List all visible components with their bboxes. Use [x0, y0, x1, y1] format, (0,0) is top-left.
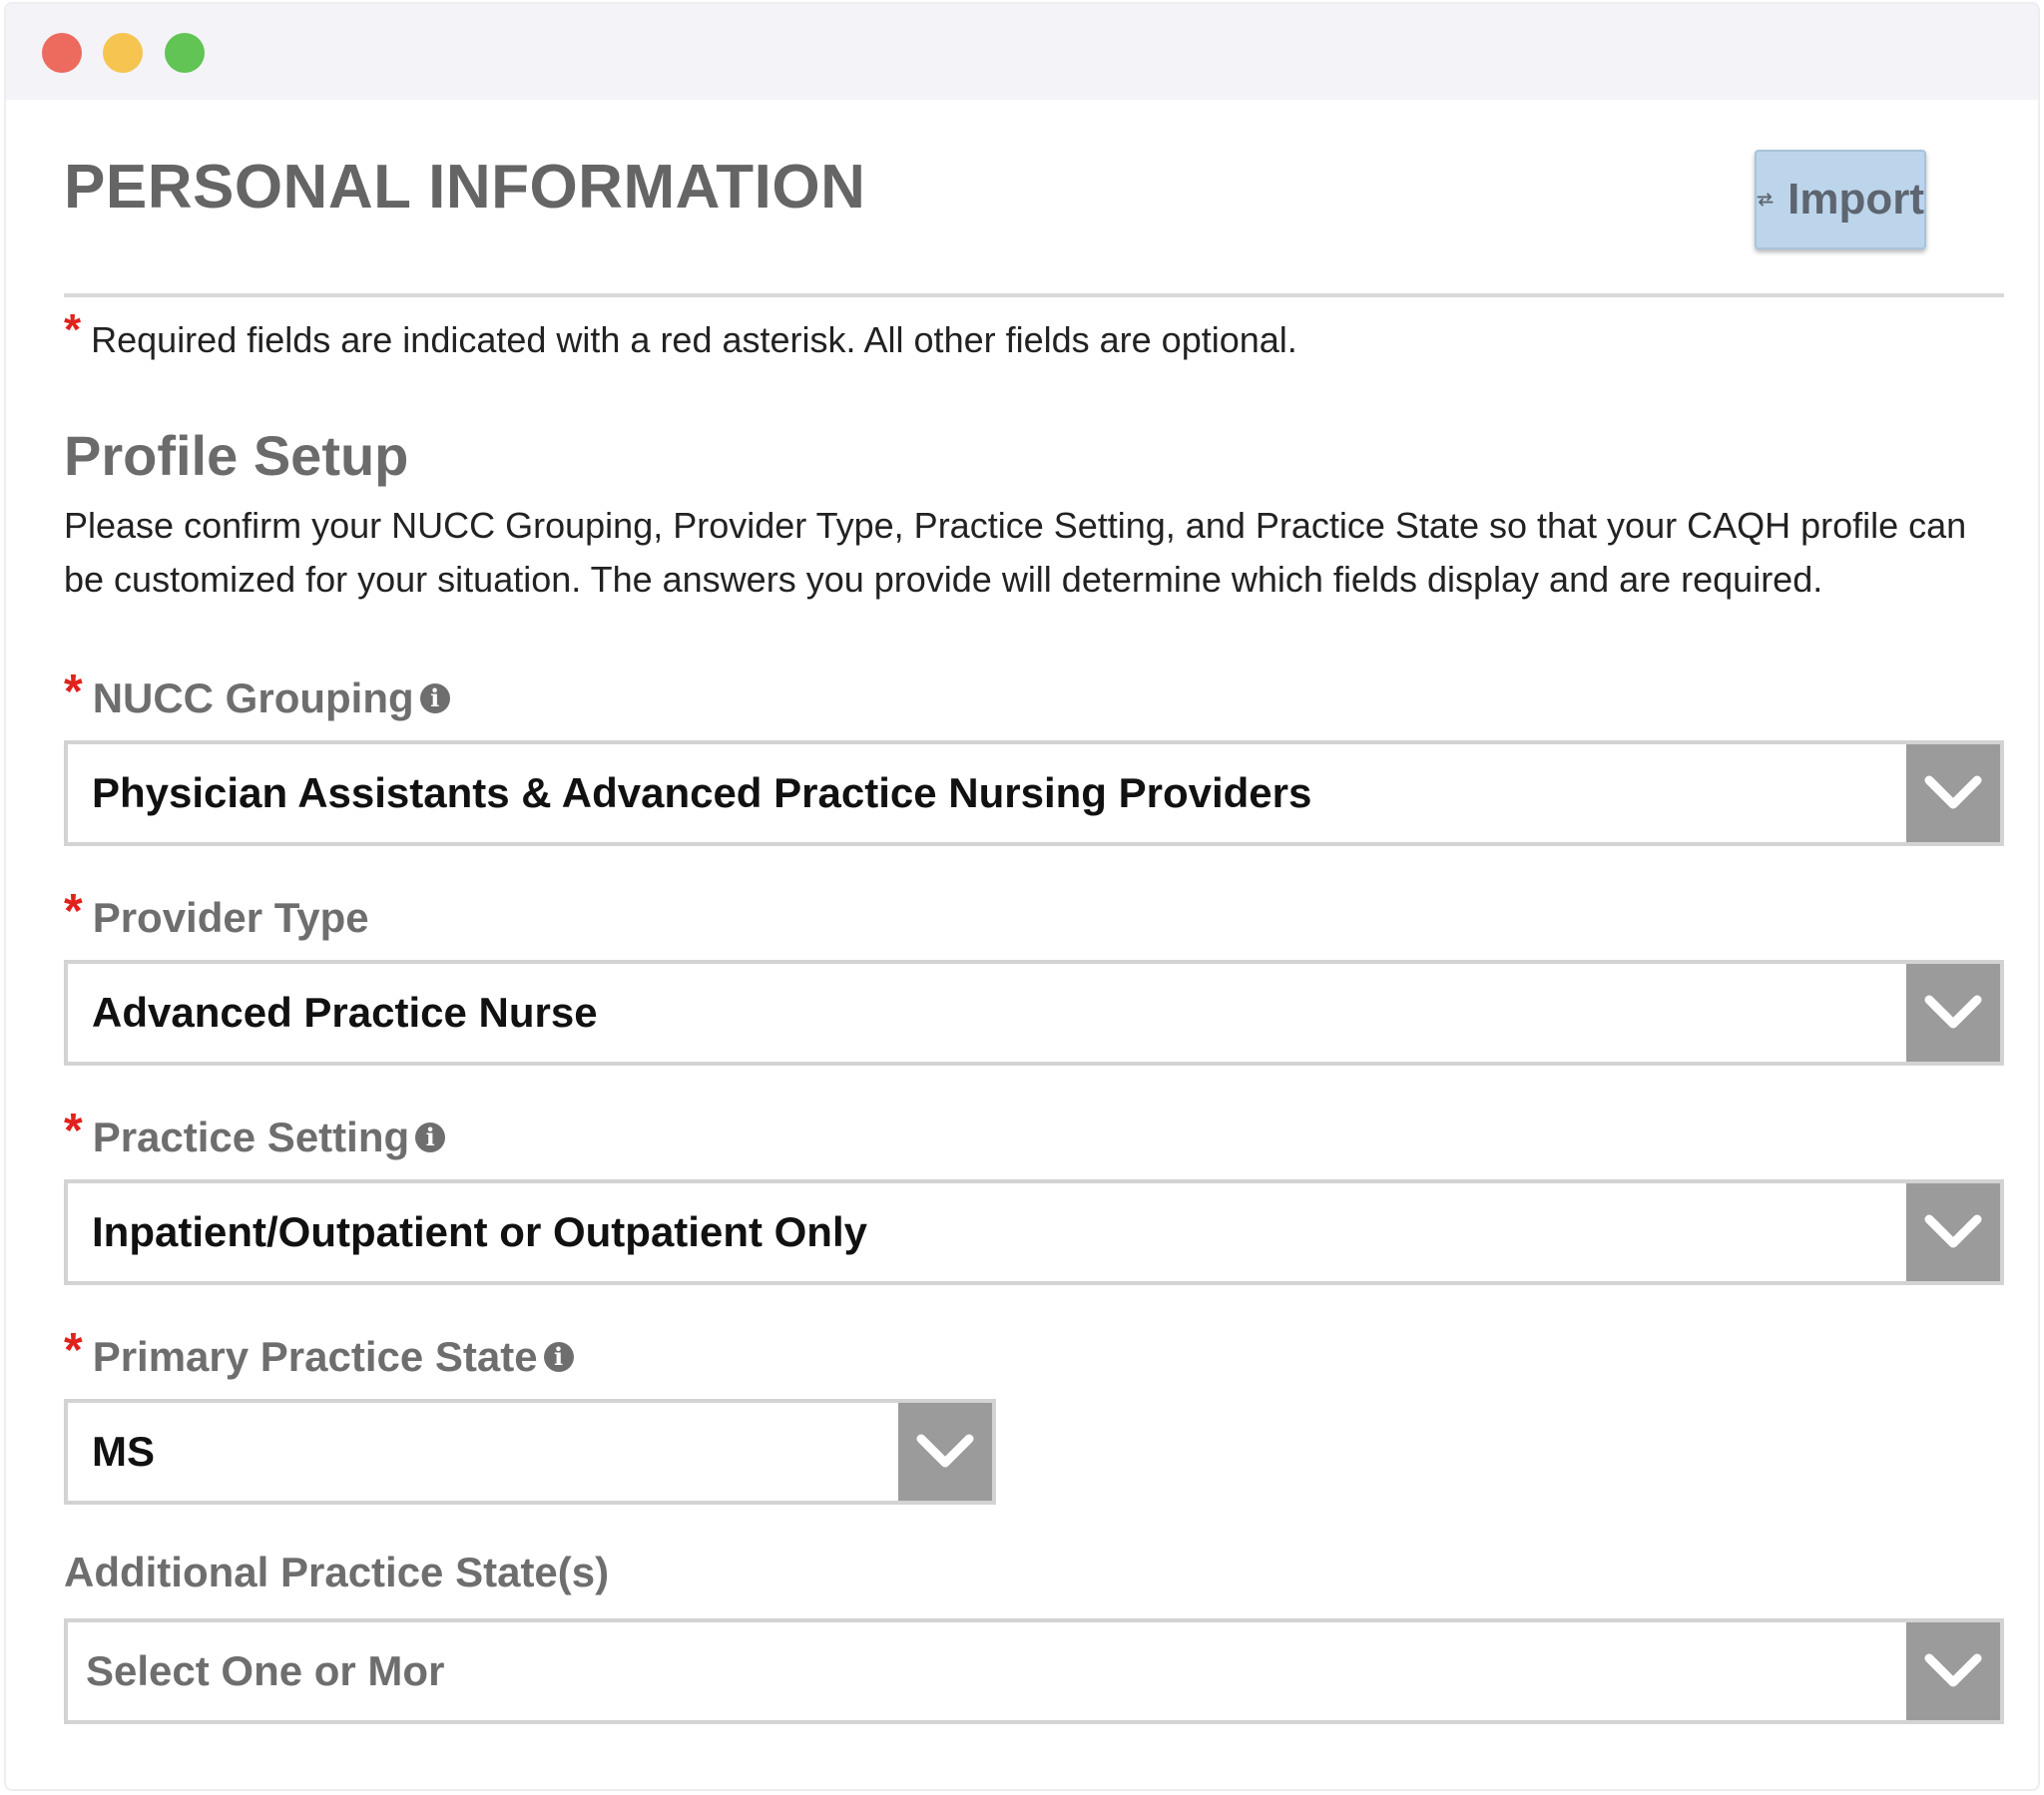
dropdown-arrow[interactable]: [1906, 1622, 2000, 1720]
maximize-window-button[interactable]: [165, 33, 205, 73]
header-divider: [64, 293, 2004, 297]
practice-setting-select[interactable]: Inpatient/Outpatient or Outpatient Only: [64, 1179, 2004, 1285]
minimize-window-button[interactable]: [103, 33, 143, 73]
window-titlebar: [6, 4, 2038, 100]
nucc-grouping-label: * NUCC Grouping i: [64, 666, 450, 725]
page-title: PERSONAL INFORMATION: [64, 153, 866, 222]
required-asterisk: *: [64, 305, 82, 354]
additional-practice-states-label: Additional Practice State(s): [64, 1549, 609, 1596]
practice-setting-label-text: Practice Setting: [92, 1113, 410, 1160]
practice-setting-value: Inpatient/Outpatient or Outpatient Only: [92, 1208, 867, 1255]
practice-setting-label: * Practice Setting i: [64, 1105, 446, 1164]
dropdown-arrow[interactable]: [1906, 964, 2000, 1062]
dropdown-arrow[interactable]: [1906, 1183, 2000, 1281]
dropdown-arrow[interactable]: [898, 1403, 992, 1501]
chevron-down-icon: [916, 1434, 974, 1468]
dropdown-arrow[interactable]: [1906, 744, 2000, 842]
chevron-down-icon: [1924, 995, 1982, 1029]
required-fields-note: * Required fields are indicated with a re…: [64, 305, 1297, 363]
nucc-grouping-select[interactable]: Physician Assistants & Advanced Practice…: [64, 740, 2004, 846]
required-asterisk: *: [64, 666, 83, 718]
additional-practice-states-label-text: Additional Practice State(s): [64, 1549, 610, 1595]
primary-practice-state-label: * Primary Practice State i: [64, 1324, 574, 1384]
section-title: Profile Setup: [64, 424, 409, 487]
required-note-text: Required fields are indicated with a red…: [91, 319, 1297, 360]
primary-practice-state-select[interactable]: MS: [64, 1399, 996, 1505]
swap-arrows-icon: [1757, 193, 1774, 207]
info-icon[interactable]: i: [415, 1122, 446, 1152]
provider-type-label-text: Provider Type: [92, 893, 369, 941]
close-window-button[interactable]: [42, 33, 82, 73]
nucc-grouping-value: Physician Assistants & Advanced Practice…: [92, 769, 1312, 816]
primary-practice-state-value: MS: [92, 1428, 155, 1475]
required-asterisk: *: [64, 885, 83, 938]
app-window: PERSONAL INFORMATION Import * Required fi…: [4, 2, 2040, 1791]
section-description: Please confirm your NUCC Grouping, Provi…: [64, 505, 1967, 600]
additional-practice-states-select[interactable]: Select One or Mor: [64, 1618, 2004, 1724]
additional-practice-states-placeholder: Select One or Mor: [86, 1647, 445, 1694]
import-button-label: Import: [1788, 175, 1924, 224]
chevron-down-icon: [1924, 1653, 1982, 1687]
provider-type-value: Advanced Practice Nurse: [92, 989, 598, 1036]
primary-practice-state-label-text: Primary Practice State: [92, 1332, 538, 1380]
info-icon[interactable]: i: [543, 1341, 574, 1372]
info-icon[interactable]: i: [419, 682, 450, 713]
nucc-grouping-label-text: NUCC Grouping: [92, 673, 414, 721]
required-asterisk: *: [64, 1324, 83, 1377]
chevron-down-icon: [1924, 775, 1982, 809]
required-asterisk: *: [64, 1105, 83, 1157]
provider-type-label: * Provider Type: [64, 885, 369, 945]
import-button[interactable]: Import: [1755, 150, 1926, 249]
provider-type-select[interactable]: Advanced Practice Nurse: [64, 960, 2004, 1066]
chevron-down-icon: [1924, 1214, 1982, 1248]
